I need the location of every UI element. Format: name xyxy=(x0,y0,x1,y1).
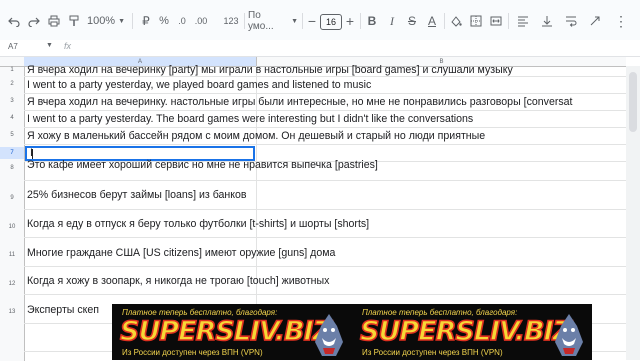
row-number[interactable]: 13 xyxy=(0,307,24,317)
scrollbar-thumb[interactable] xyxy=(629,72,637,132)
divider xyxy=(508,13,509,29)
vertical-scrollbar[interactable] xyxy=(626,66,640,360)
strikethrough-label: S xyxy=(407,14,416,28)
divider xyxy=(360,13,361,29)
chevron-down-icon: ▼ xyxy=(291,17,298,25)
row-number[interactable]: 8 xyxy=(0,163,24,173)
row-number[interactable]: 3 xyxy=(0,96,24,106)
grid-line xyxy=(24,110,640,111)
row-number[interactable]: 10 xyxy=(0,222,24,232)
watermark-banner: Платное теперь бесплатно, благодаря: SUP… xyxy=(112,304,352,360)
cell-a1[interactable]: Я вчера ходил на вечеринку [party] мы иг… xyxy=(27,64,513,76)
bold-label: B xyxy=(367,14,377,28)
toolbar: 100% ▼ ₽ % .0 .00 123 По умо... ▼ − 16 +… xyxy=(0,0,640,40)
paint-format-icon[interactable] xyxy=(66,10,82,32)
percent-icon[interactable]: % xyxy=(156,10,172,32)
banner-brand: SUPERSLIV.BIZ xyxy=(359,315,573,348)
redo-icon[interactable] xyxy=(26,10,42,32)
row-number[interactable]: 1 xyxy=(0,66,24,74)
more-options-icon[interactable]: ⋮ xyxy=(610,10,632,32)
borders-icon[interactable] xyxy=(468,10,484,32)
banner-bottom-text: Из России доступен через ВПН (VPN) xyxy=(122,348,263,357)
increase-decimal-icon[interactable]: .00 xyxy=(192,10,210,32)
grid-line xyxy=(24,180,640,181)
shark-mascot-icon xyxy=(315,314,343,356)
cell-a3[interactable]: Я вчера ходил на вечеринку. настольные и… xyxy=(27,96,573,108)
name-box[interactable]: A7 xyxy=(8,42,18,51)
row-number[interactable]: 2 xyxy=(0,79,24,89)
cell-a9[interactable]: 25% бизнесов берут займы [loans] из банк… xyxy=(27,189,247,201)
cell-a5[interactable]: Я хожу в маленький бассейн рядом с моим … xyxy=(27,130,485,142)
watermark-banner: Платное теперь бесплатно, благодаря: SUP… xyxy=(352,304,592,360)
grid-line xyxy=(24,237,640,238)
row-number[interactable]: 12 xyxy=(0,279,24,289)
font-size-increase-button[interactable]: + xyxy=(344,10,356,32)
cell-a2[interactable]: I went to a party yesterday, we played b… xyxy=(27,79,371,91)
grid-line xyxy=(24,144,640,145)
row-number[interactable]: 4 xyxy=(0,113,24,123)
banner-brand: SUPERSLIV.BIZ xyxy=(119,315,333,348)
text-caret xyxy=(32,149,33,159)
formula-bar: A7 ▼ fx xyxy=(0,40,640,57)
font-select[interactable]: По умо... ▼ xyxy=(248,10,298,32)
row-number[interactable]: 7 xyxy=(0,147,24,159)
vertical-align-icon[interactable] xyxy=(536,10,558,32)
cell-a13[interactable]: Эксперты скеп xyxy=(27,304,99,316)
bold-button[interactable]: B xyxy=(364,10,380,32)
row-number[interactable]: 9 xyxy=(0,193,24,203)
row-number[interactable]: 5 xyxy=(0,130,24,140)
horizontal-align-icon[interactable] xyxy=(512,10,534,32)
banner-bottom-text: Из России доступен через ВПН (VPN) xyxy=(362,348,503,357)
grid-line xyxy=(24,127,640,128)
font-size-input[interactable]: 16 xyxy=(320,14,342,30)
font-size-decrease-button[interactable]: − xyxy=(306,10,318,32)
grid-line xyxy=(24,266,640,267)
cell-a10[interactable]: Когда я еду в отпуск я беру только футбо… xyxy=(27,218,369,230)
grid-line xyxy=(24,294,640,295)
merge-cells-icon[interactable] xyxy=(488,10,504,32)
strikethrough-button[interactable]: S xyxy=(404,10,420,32)
italic-button[interactable]: I xyxy=(384,10,400,32)
zoom-select[interactable]: 100% ▼ xyxy=(84,10,128,32)
zoom-value: 100% xyxy=(86,15,116,27)
grid-line xyxy=(24,93,640,94)
text-color-label: A xyxy=(427,14,436,28)
italic-label: I xyxy=(390,13,394,28)
shark-mascot-icon xyxy=(555,314,583,356)
divider xyxy=(244,13,245,29)
row-number[interactable]: 11 xyxy=(0,250,24,260)
cell-a4[interactable]: I went to a party yesterday. The board g… xyxy=(27,113,473,125)
grid-line xyxy=(24,76,640,77)
font-name: По умо... xyxy=(248,10,274,32)
cell-a11[interactable]: Многие граждане США [US citizens] имеют … xyxy=(27,247,335,259)
font-size-value: 16 xyxy=(325,17,336,27)
cell-a12[interactable]: Когда я хожу в зоопарк, я никогда не тро… xyxy=(27,275,329,287)
chevron-down-icon[interactable]: ▼ xyxy=(46,42,53,49)
text-wrap-icon[interactable] xyxy=(560,10,582,32)
decrease-decimal-icon[interactable]: .0 xyxy=(174,10,190,32)
divider xyxy=(444,13,445,29)
fill-color-icon[interactable] xyxy=(448,10,464,32)
number-format-button[interactable]: 123 xyxy=(222,10,240,32)
chevron-down-icon: ▼ xyxy=(118,17,126,25)
cell-a8[interactable]: Это кафе имеет хороший сервис но мне не … xyxy=(27,159,378,171)
grid-line xyxy=(24,209,640,210)
text-rotation-icon[interactable] xyxy=(584,10,606,32)
undo-icon[interactable] xyxy=(6,10,22,32)
text-color-button[interactable]: A xyxy=(424,10,440,32)
divider xyxy=(132,13,133,29)
fx-icon: fx xyxy=(64,41,72,51)
divider xyxy=(302,13,303,29)
print-icon[interactable] xyxy=(46,10,62,32)
number-format-label: 123 xyxy=(223,16,239,26)
currency-icon[interactable]: ₽ xyxy=(138,10,154,32)
